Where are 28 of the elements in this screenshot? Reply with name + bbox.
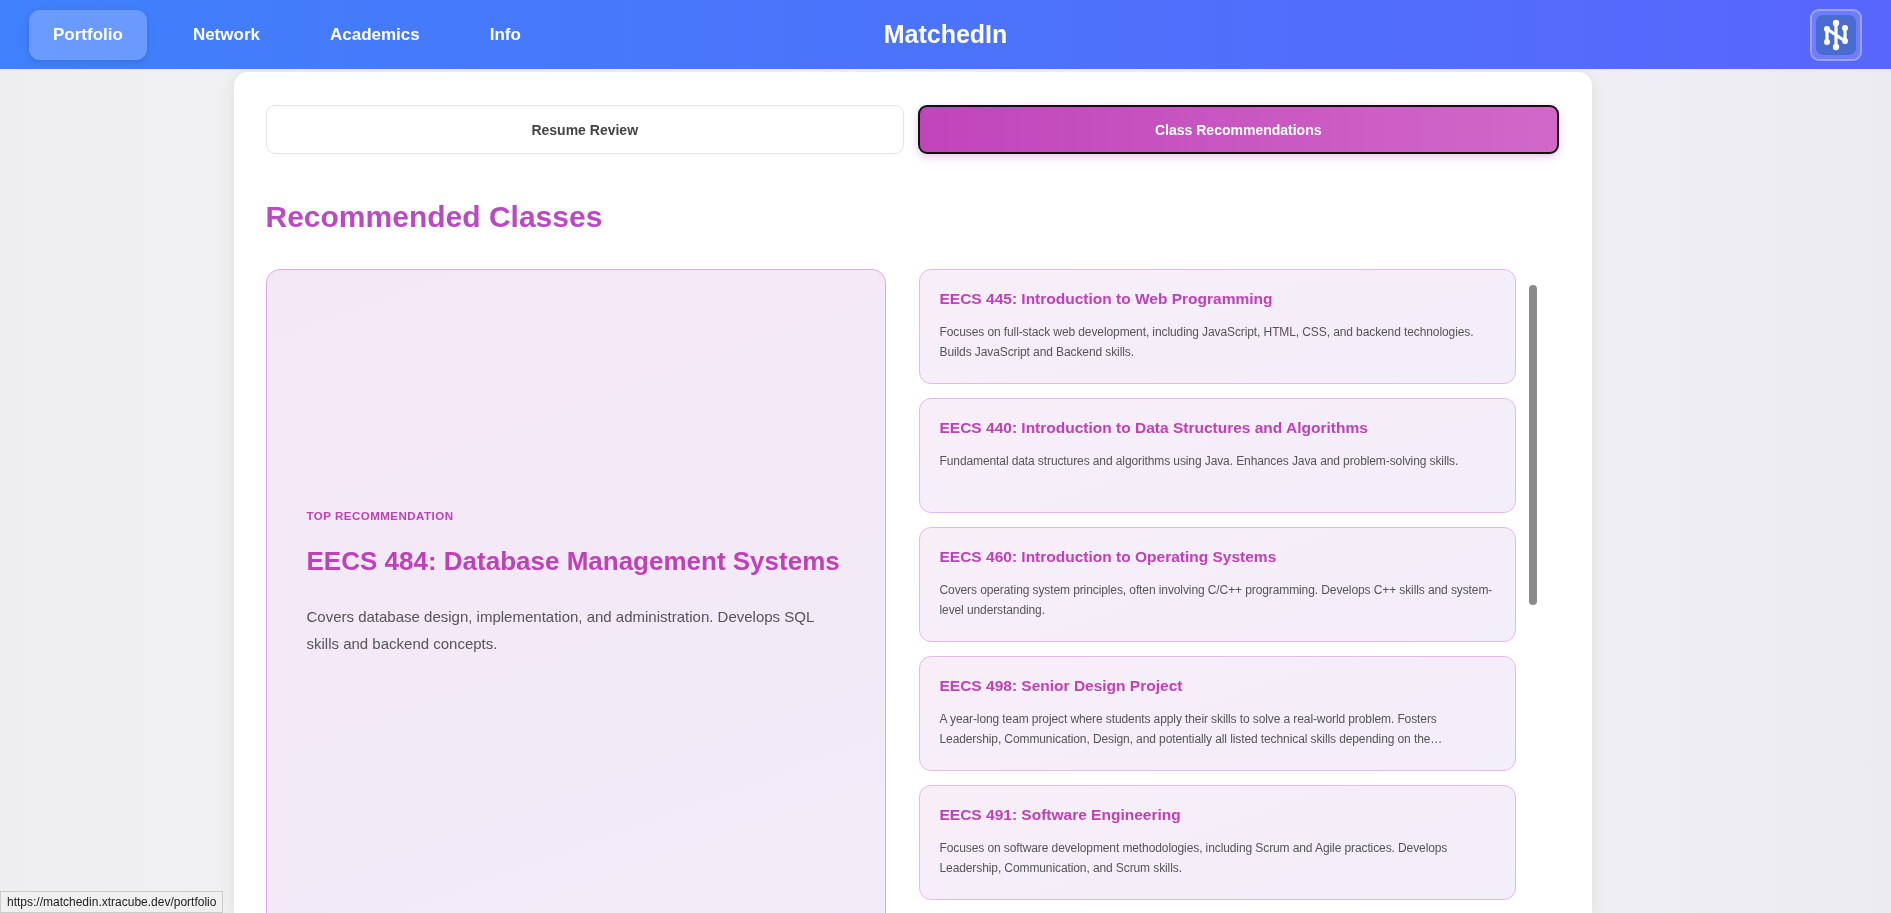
section-heading: Recommended Classes <box>265 200 604 234</box>
class-title: EECS 498: Senior Design Project <box>939 677 1184 695</box>
class-description: Fundamental data structures and algorithms using Java. Enhances Java and problem-solving skills. <box>939 453 1460 470</box>
class-card[interactable]: EECS 460: Introduction to Operating Systems Covers operating system principles, often involving C/C++ programming. Develops C++ skills and system-level understanding. <box>918 527 1516 642</box>
class-card[interactable]: EECS 491: Software Engineering Focuses on software development methodologies, including Scrum and Agile practices. Develops Leadership, Communication, and Scrum skills. <box>918 785 1516 900</box>
app-title: MatchedIn <box>883 20 1008 49</box>
class-title: EECS 440: Introduction to Data Structures and Algorithms <box>939 419 1369 437</box>
nav-link[interactable]: Network <box>168 9 284 60</box>
class-description: Focuses on full-stack web development, including JavaScript, HTML, CSS, and backend technologies. Builds JavaScript and Backend skills. <box>939 324 1475 361</box>
class-title: EECS 484: Database Management Systems <box>306 546 841 577</box>
class-card[interactable]: EECS 445: Introduction to Web Programming Focuses on full-stack web development, including JavaScript, HTML, CSS, and backend technologies. Builds JavaScript and Backend skills. <box>918 269 1516 384</box>
status-url: https://matchedin.xtracube.dev/portfolio <box>0 891 224 913</box>
tab[interactable]: Resume Review <box>265 105 904 154</box>
class-title: EECS 491: Software Engineering <box>939 806 1182 824</box>
tab[interactable]: Class Recommendations <box>918 105 1559 154</box>
class-card[interactable]: EECS 440: Introduction to Data Structures and Algorithms Fundamental data structures and algorithms using Java. Enhances Java and problem-solving skills. <box>918 398 1516 513</box>
class-description: Covers database design, implementation, and administration. Develops SQL skills and backend concepts. <box>306 607 815 654</box>
class-description: Focuses on software development methodologies, including Scrum and Agile practices. Develops Leadership, Communication, and Scrum skills. <box>939 840 1449 877</box>
class-title: EECS 445: Introduction to Web Programming <box>939 290 1274 308</box>
nav-link[interactable]: Academics <box>305 9 444 60</box>
network-logo-icon[interactable] <box>1810 8 1862 61</box>
class-description: Covers operating system principles, often involving C/C++ programming. Develops C++ skills and system-level understanding. <box>939 582 1494 619</box>
card-label: TOP RECOMMENDATION <box>306 510 455 522</box>
class-description: A year-long team project where students apply their skills to solve a real-world problem. Fosters Leadership, Communication, Design, and potentially all listed technical skills depending on the… <box>939 711 1444 748</box>
nav-link[interactable]: Info <box>465 9 545 60</box>
class-title: EECS 460: Introduction to Operating Systems <box>939 548 1278 566</box>
class-card[interactable] <box>918 656 1516 771</box>
top-recommendation-card[interactable]: TOP RECOMMENDATION EECS 484: Database Management Systems Covers database design, implementation, and administration. Develops SQL skills and backend concepts. <box>265 269 886 913</box>
